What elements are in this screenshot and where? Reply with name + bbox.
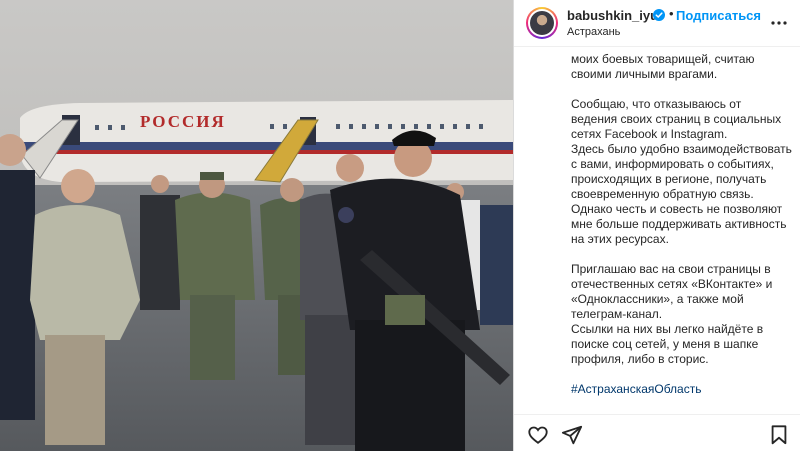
separator-dot: • [669,6,674,21]
follow-button[interactable]: Подписаться [676,8,761,23]
avatar-image [530,11,554,35]
avatar[interactable] [526,7,558,39]
airplane: РОССИЯ [20,100,513,183]
post-caption: моих боевых товарищей, считаю своими лич… [571,52,793,410]
post-side-panel: babushkin_iyu • Подписаться Астрахань мо… [513,0,800,452]
post-header: babushkin_iyu • Подписаться Астрахань [514,0,800,47]
caption-paragraph-1: моих боевых товарищей, считаю своими лич… [571,52,755,81]
post-actions-bar [514,414,800,452]
person-left-suit [0,134,35,420]
location-link[interactable]: Астрахань [567,26,620,38]
more-options-icon[interactable] [769,13,789,33]
send-icon[interactable] [561,424,583,446]
hashtag-link[interactable]: #АстраханскаяОбласть [571,382,793,397]
photo-scene: РОССИЯ [0,0,513,451]
verified-badge-icon [653,9,665,21]
plane-lettering: РОССИЯ [140,112,226,131]
caption-paragraph-3: Приглашаю вас на свои страницы в отечест… [571,262,773,366]
post-photo[interactable]: РОССИЯ [0,0,513,451]
bookmark-icon[interactable] [768,424,790,446]
heart-icon[interactable] [527,424,549,446]
caption-paragraph-2: Сообщаю, что отказываюсь от ведения свои… [571,97,792,246]
username-link[interactable]: babushkin_iyu [567,8,658,23]
